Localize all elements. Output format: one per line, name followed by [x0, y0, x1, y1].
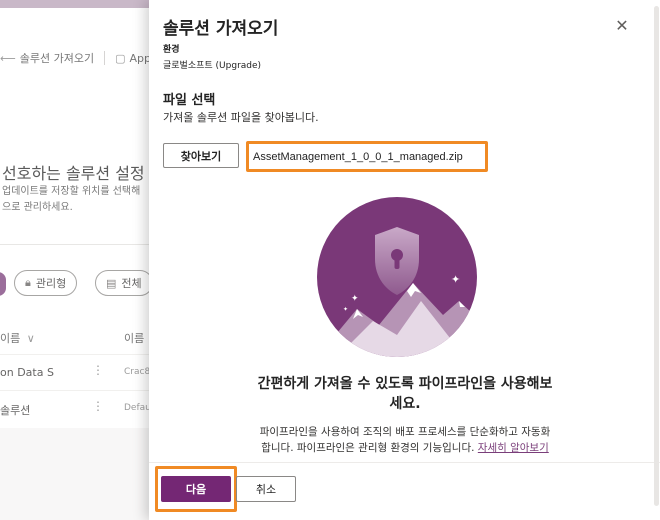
scrollbar-thumb[interactable] — [654, 6, 659, 506]
next-button[interactable]: 다음 — [161, 476, 231, 502]
environment-value: 글로벌소프트 (Upgrade) — [163, 61, 262, 71]
svg-text:✦: ✦ — [343, 306, 348, 313]
environment-label: 환경 — [163, 45, 180, 55]
svg-text:✦: ✦ — [451, 273, 460, 286]
selected-file-name: AssetManagement_1_0_0_1_managed.zip — [246, 141, 488, 172]
import-solution-panel: 솔루션 가져오기 ✕ 환경 글로벌소프트 (Upgrade) 파일 선택 가져올… — [149, 0, 660, 520]
panel-scrollbar[interactable] — [653, 0, 660, 520]
panel-title: 솔루션 가져오기 — [163, 19, 279, 39]
cancel-button[interactable]: 취소 — [236, 476, 296, 502]
svg-text:✦: ✦ — [351, 294, 359, 304]
pipeline-shield-illustration: ✦ ✦ ✦ — [317, 197, 477, 357]
learn-more-link[interactable]: 자세히 알아보기 — [478, 442, 549, 454]
pipeline-promo-description: 파이프라인을 사용하여 조직의 배포 프로세스를 단순화하고 자동화 합니다. … — [259, 426, 551, 454]
pipeline-promo-title: 간편하게 가져올 수 있도록 파이프라인을 사용해보 세요. — [257, 376, 553, 412]
close-icon[interactable]: ✕ — [611, 14, 633, 36]
file-select-description: 가져올 솔루션 파일을 찾아봅니다. — [163, 111, 319, 124]
browse-button[interactable]: 찾아보기 — [163, 143, 239, 168]
file-select-title: 파일 선택 — [163, 93, 216, 108]
